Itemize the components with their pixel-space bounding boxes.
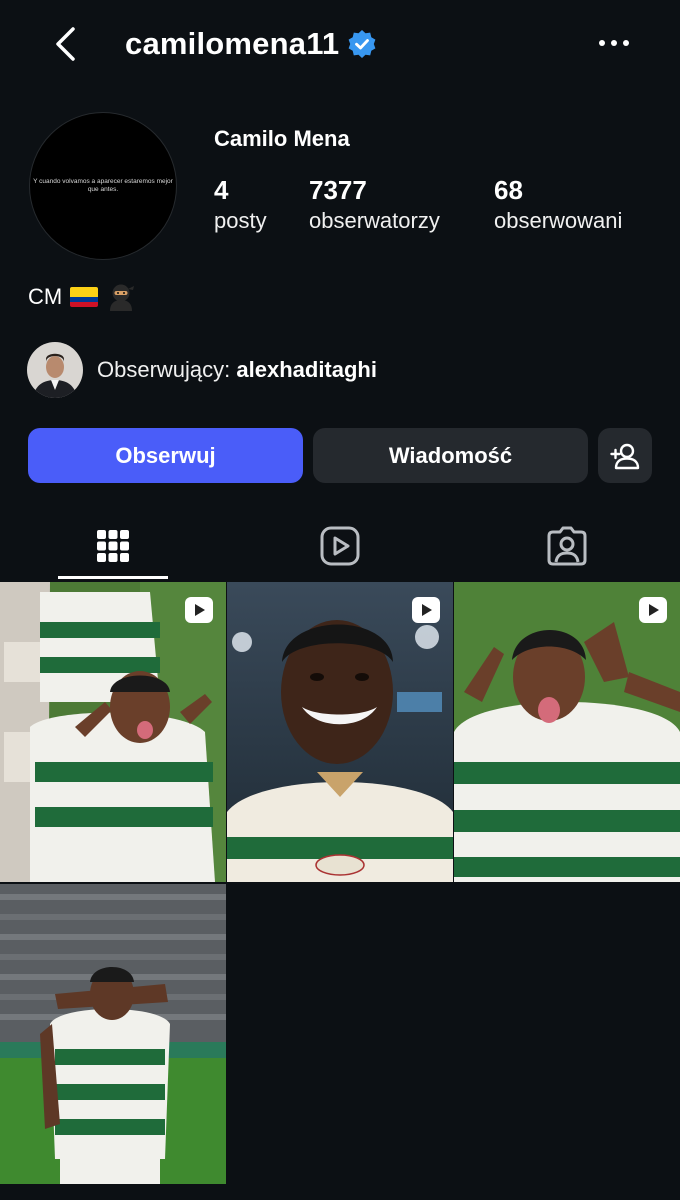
post-image — [227, 582, 453, 882]
stat-followers[interactable]: 7377 obserwatorzy — [309, 174, 440, 236]
stat-posts[interactable]: 4 posty — [214, 174, 267, 236]
username: camilomena11 — [125, 26, 340, 61]
stat-following-label: obserwowani — [494, 208, 623, 233]
suggest-users-button[interactable] — [598, 428, 652, 483]
mutual-follower-text: Obserwujący: alexhaditaghi — [97, 357, 377, 383]
stat-posts-value: 4 — [214, 175, 229, 205]
tab-posts-grid[interactable] — [0, 512, 226, 580]
stat-following[interactable]: 68 obserwowani — [494, 174, 622, 236]
chevron-left-icon[interactable] — [46, 24, 86, 64]
post-thumbnail[interactable] — [454, 582, 680, 882]
grid-icon — [97, 530, 129, 562]
post-thumbnail[interactable] — [0, 582, 226, 882]
stat-followers-value: 7377 — [309, 175, 367, 205]
stat-followers-label: obserwatorzy — [309, 208, 440, 233]
post-image — [0, 582, 226, 882]
reels-icon — [320, 526, 360, 566]
profile-header: camilomena11 — [0, 0, 680, 90]
post-image — [454, 582, 680, 882]
post-thumbnail[interactable] — [227, 582, 453, 882]
active-tab-indicator — [58, 576, 168, 579]
profile-avatar[interactable]: Y cuando volvamos a aparecer estaremos m… — [29, 112, 177, 260]
mutual-followers[interactable]: Obserwujący: alexhaditaghi — [27, 342, 377, 398]
mutual-follower-username[interactable]: alexhaditaghi — [236, 357, 377, 382]
display-name: Camilo Mena — [214, 126, 350, 151]
reel-indicator-icon — [639, 597, 667, 623]
stat-posts-label: posty — [214, 208, 267, 233]
bio: CM — [28, 282, 136, 312]
post-image — [0, 884, 226, 1184]
verified-badge-icon — [348, 30, 376, 58]
tagged-icon — [547, 526, 587, 566]
ninja-icon — [110, 284, 135, 311]
bio-text: CM — [28, 284, 63, 309]
mutual-follower-avatar[interactable] — [27, 342, 83, 398]
more-horizontal-icon[interactable] — [596, 30, 632, 56]
follow-button[interactable]: Obserwuj — [28, 428, 303, 483]
tab-tagged[interactable] — [454, 512, 680, 580]
colombia-flag-icon — [70, 287, 99, 307]
avatar-caption: Y cuando volvamos a aparecer estaremos m… — [33, 178, 173, 193]
message-button[interactable]: Wiadomość — [313, 428, 588, 483]
reel-indicator-icon — [185, 597, 213, 623]
username-title: camilomena11 — [125, 24, 377, 64]
reel-indicator-icon — [412, 597, 440, 623]
profile-tabs — [0, 512, 680, 580]
tab-reels[interactable] — [227, 512, 453, 580]
stat-following-value: 68 — [494, 175, 523, 205]
mutual-follower-prefix: Obserwujący: — [97, 357, 237, 382]
post-thumbnail[interactable] — [0, 884, 226, 1184]
person-add-icon — [610, 443, 640, 469]
